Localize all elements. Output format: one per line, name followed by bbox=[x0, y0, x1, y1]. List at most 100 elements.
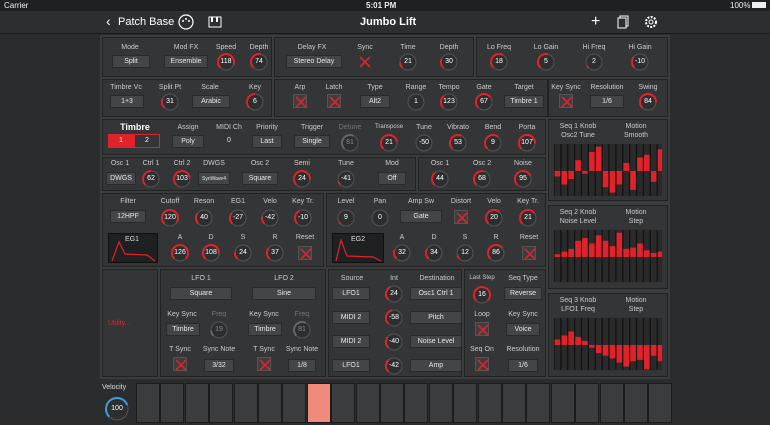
back-button[interactable]: Patch Base bbox=[118, 16, 174, 28]
gear-icon[interactable] bbox=[644, 15, 658, 29]
add-icon[interactable]: + bbox=[591, 13, 600, 31]
ampsw-select[interactable]: Gate bbox=[400, 210, 442, 223]
eg1-release-knob[interactable]: 37 bbox=[265, 243, 285, 263]
seq-resolution-select[interactable]: 1/6 bbox=[508, 359, 538, 372]
velocity-key[interactable] bbox=[624, 383, 648, 423]
mix-osc2-knob[interactable]: 68 bbox=[472, 169, 492, 189]
midich-value[interactable]: 0 bbox=[216, 135, 242, 148]
lofreq-knob[interactable]: 18 bbox=[489, 52, 509, 72]
mod-dest-3[interactable]: Noise Level bbox=[410, 335, 462, 348]
velocity-key[interactable] bbox=[306, 383, 331, 423]
copy-icon[interactable] bbox=[617, 15, 629, 29]
filter-velo-knob[interactable]: -42 bbox=[260, 208, 280, 228]
mod-int-1-knob[interactable]: 24 bbox=[384, 284, 404, 304]
seqtype-select[interactable]: Reverse bbox=[504, 287, 542, 300]
reson-knob[interactable]: 40 bbox=[194, 208, 214, 228]
velocity-key[interactable] bbox=[404, 383, 429, 423]
range-knob[interactable]: 1 bbox=[406, 92, 426, 112]
mod-source-2[interactable]: MIDI 2 bbox=[332, 311, 370, 324]
tune-knob[interactable]: -50 bbox=[414, 133, 434, 153]
velocity-key[interactable] bbox=[209, 383, 234, 423]
vibrato-knob[interactable]: 53 bbox=[448, 133, 468, 153]
delay-depth-knob[interactable]: 30 bbox=[439, 52, 459, 72]
velocity-key[interactable] bbox=[282, 383, 307, 423]
mod-source-4[interactable]: LFO1 bbox=[332, 359, 370, 372]
delay-sync-toggle[interactable] bbox=[358, 55, 372, 69]
loop-toggle[interactable] bbox=[475, 322, 489, 336]
velocity-key[interactable] bbox=[599, 383, 624, 423]
level-knob[interactable]: 9 bbox=[336, 208, 356, 228]
seq3-steps[interactable] bbox=[553, 317, 663, 371]
eg2-release-knob[interactable]: 86 bbox=[486, 243, 506, 263]
splitpt-knob[interactable]: 31 bbox=[160, 92, 180, 112]
mod-dest-2[interactable]: Pitch bbox=[410, 311, 462, 324]
priority-select[interactable]: Last bbox=[252, 135, 282, 148]
target-select[interactable]: Timbre 1 bbox=[504, 95, 544, 108]
lfo2-freq-knob[interactable]: 81 bbox=[292, 320, 312, 340]
mod-int-2-knob[interactable]: -58 bbox=[384, 308, 404, 328]
lfo1-keysync-select[interactable]: Timbre bbox=[166, 323, 200, 336]
mod-int-3-knob[interactable]: -40 bbox=[384, 332, 404, 352]
laststep-knob[interactable]: 16 bbox=[472, 285, 492, 305]
arp-toggle[interactable] bbox=[293, 94, 307, 108]
lfo2-keysync-select[interactable]: Timbre bbox=[248, 323, 282, 336]
lfo1-freq-knob[interactable]: 19 bbox=[209, 320, 229, 340]
lfo2-syncnote-select[interactable]: 1/8 bbox=[288, 359, 316, 372]
mode-select[interactable]: Split bbox=[112, 55, 150, 68]
osc2-select[interactable]: Square bbox=[242, 172, 278, 185]
amp-keytr-knob[interactable]: 21 bbox=[518, 208, 538, 228]
osc2-tune-knob[interactable]: -41 bbox=[336, 169, 356, 189]
lfo1-wave-select[interactable]: Square bbox=[170, 287, 232, 300]
porta-knob[interactable]: 107 bbox=[517, 133, 537, 153]
transpose-knob[interactable]: 21 bbox=[379, 133, 399, 153]
eg1-attack-knob[interactable]: 126 bbox=[170, 243, 190, 263]
pan-knob[interactable]: 0 bbox=[370, 208, 390, 228]
detune-knob[interactable]: 81 bbox=[340, 133, 360, 153]
latch-toggle[interactable] bbox=[327, 94, 341, 108]
assign-select[interactable]: Poly bbox=[172, 135, 204, 148]
midi-port-icon[interactable] bbox=[178, 14, 194, 30]
velocity-key[interactable] bbox=[160, 383, 185, 423]
semi-knob[interactable]: 24 bbox=[292, 169, 312, 189]
eg2-sustain-knob[interactable]: 12 bbox=[455, 243, 475, 263]
velocity-key[interactable] bbox=[453, 383, 478, 423]
lfo2-wave-select[interactable]: Sine bbox=[252, 287, 316, 300]
velocity-key[interactable] bbox=[648, 383, 673, 423]
velocity-key[interactable] bbox=[331, 383, 356, 423]
delayfx-select[interactable]: Stereo Delay bbox=[286, 55, 342, 68]
eg1-int-knob[interactable]: -27 bbox=[228, 208, 248, 228]
velocity-key[interactable] bbox=[233, 383, 258, 423]
velocity-key[interactable] bbox=[575, 383, 600, 423]
eg2-attack-knob[interactable]: 32 bbox=[392, 243, 412, 263]
hifreq-knob[interactable]: 2 bbox=[584, 52, 604, 72]
lfo1-syncnote-select[interactable]: 3/32 bbox=[204, 359, 234, 372]
noise-knob[interactable]: 95 bbox=[513, 169, 533, 189]
velocity-key[interactable] bbox=[355, 383, 380, 423]
seq-keysync-select[interactable]: Voice bbox=[506, 323, 540, 336]
seq1-motion-value[interactable]: Smooth bbox=[624, 132, 648, 139]
timbre-vc-select[interactable]: 1+3 bbox=[110, 95, 144, 108]
back-chevron-icon[interactable]: ‹ bbox=[106, 13, 111, 29]
velocity-knob[interactable]: 100 bbox=[104, 396, 130, 422]
seqon-toggle[interactable] bbox=[475, 357, 489, 371]
utility-link[interactable]: Utility... bbox=[108, 320, 130, 327]
mod-dest-1[interactable]: Osc1 Ctrl 1 bbox=[410, 287, 462, 300]
mod-int-4-knob[interactable]: -42 bbox=[384, 356, 404, 376]
resolution-select[interactable]: 1/6 bbox=[590, 95, 624, 108]
trigger-select[interactable]: Single bbox=[294, 135, 330, 148]
cutoff-knob[interactable]: 120 bbox=[160, 208, 180, 228]
lfo2-tsync-toggle[interactable] bbox=[257, 357, 271, 371]
filter-type-select[interactable]: 12HPF bbox=[110, 210, 146, 223]
arp-keysync-toggle[interactable] bbox=[559, 94, 573, 108]
eg1-decay-knob[interactable]: 108 bbox=[201, 243, 221, 263]
eg1-sustain-knob[interactable]: 24 bbox=[233, 243, 253, 263]
higain-knob[interactable]: -10 bbox=[630, 52, 650, 72]
bend-knob[interactable]: 9 bbox=[483, 133, 503, 153]
mod-source-3[interactable]: MIDI 2 bbox=[332, 335, 370, 348]
seq3-motion-value[interactable]: Step bbox=[629, 306, 643, 313]
eg2-decay-knob[interactable]: 34 bbox=[424, 243, 444, 263]
keyboard-icon[interactable] bbox=[208, 16, 222, 28]
scale-select[interactable]: Arabic bbox=[192, 95, 230, 108]
velocity-key[interactable] bbox=[550, 383, 575, 423]
distort-toggle[interactable] bbox=[454, 210, 468, 224]
